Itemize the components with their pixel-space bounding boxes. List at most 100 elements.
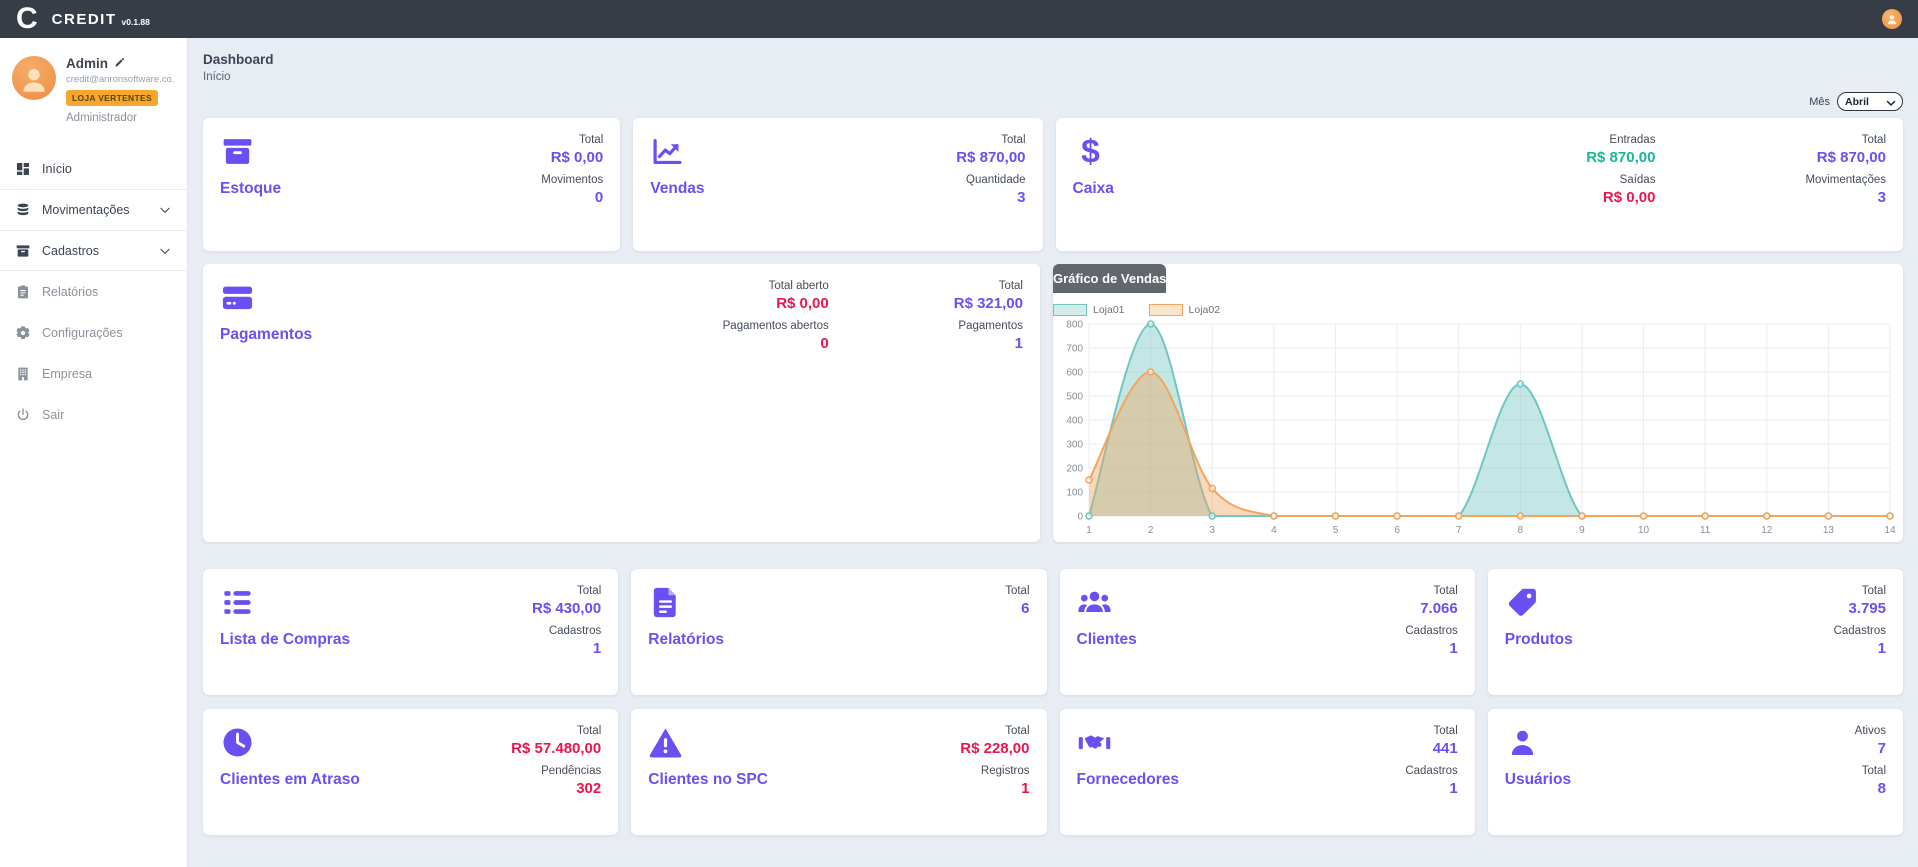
sidebar: Admin credit@anronsoftware.co... LOJA VE… bbox=[0, 38, 188, 867]
y-axis-tick-label: 700 bbox=[1066, 344, 1083, 355]
card-pagamentos[interactable]: PagamentosTotal abertoR$ 0,00Pagamentos … bbox=[203, 264, 1040, 542]
card-left-block: Relatórios bbox=[648, 585, 724, 649]
card-clientes-no-spc[interactable]: Clientes no SPCTotalR$ 228,00Registros1 bbox=[631, 709, 1046, 835]
stat-label: Movimentações bbox=[1805, 174, 1886, 186]
stat-value: 1 bbox=[1449, 640, 1457, 657]
stat-label: Total bbox=[1433, 585, 1457, 597]
stat-label: Movimentos bbox=[541, 174, 603, 186]
card-caixa[interactable]: $CaixaEntradasR$ 870,00SaídasR$ 0,00Tota… bbox=[1056, 118, 1903, 251]
chevron-down-icon bbox=[158, 203, 172, 217]
stat-label: Quantidade bbox=[966, 174, 1025, 186]
sidebar-item-empresa[interactable]: Empresa bbox=[0, 353, 187, 394]
stat-label: Total bbox=[1005, 725, 1029, 737]
sidebar-item-inicio[interactable]: Início bbox=[0, 148, 187, 189]
store-badge: LOJA VERTENTES bbox=[66, 90, 158, 106]
stat-value: 3.795 bbox=[1848, 600, 1886, 617]
card-relatorios[interactable]: Relatórios Total6 bbox=[631, 569, 1046, 695]
stat-value: R$ 430,00 bbox=[532, 600, 601, 617]
power-icon bbox=[15, 407, 31, 423]
month-select[interactable]: Abril bbox=[1838, 93, 1902, 110]
card-left-block: Clientes no SPC bbox=[648, 725, 768, 789]
users-icon bbox=[1077, 585, 1112, 620]
stat-value: R$ 57.480,00 bbox=[511, 740, 601, 757]
card-estoque[interactable]: EstoqueTotalR$ 0,00Movimentos0 bbox=[203, 118, 620, 251]
legend-item-loja01: Loja01 bbox=[1053, 304, 1125, 316]
x-axis-tick-label: 11 bbox=[1700, 525, 1711, 536]
stat-column: Total3.795Cadastros1 bbox=[1834, 585, 1886, 657]
stat-label: Registros bbox=[981, 765, 1030, 777]
clock-icon bbox=[220, 725, 255, 760]
stat-column: Total abertoR$ 0,00Pagamentos abertos0 bbox=[723, 280, 829, 352]
layers-icon bbox=[15, 202, 31, 218]
sales-chart-title: Gráfico de Vendas bbox=[1053, 264, 1166, 293]
profile-email: credit@anronsoftware.co... bbox=[66, 74, 175, 85]
sidebar-item-sair[interactable]: Sair bbox=[0, 394, 187, 435]
stat-column: TotalR$ 0,00Movimentos0 bbox=[541, 134, 603, 206]
card-left-block: $Caixa bbox=[1073, 134, 1114, 198]
sidebar-item-label: Início bbox=[42, 162, 72, 176]
stat-column: TotalR$ 870,00Movimentações3 bbox=[1805, 134, 1886, 206]
app-logo-icon: C bbox=[16, 0, 38, 38]
stat-value: 1 bbox=[1021, 780, 1029, 797]
card-stats: TotalR$ 57.480,00Pendências302 bbox=[511, 725, 601, 797]
stat-label: Pagamentos abertos bbox=[723, 320, 829, 332]
sidebar-menu: Início MovimentaçõesCadastros Relatórios Co… bbox=[0, 148, 187, 435]
stat-value: R$ 870,00 bbox=[1586, 149, 1655, 166]
archive-box-icon bbox=[220, 134, 255, 169]
stat-value: R$ 0,00 bbox=[1603, 189, 1656, 206]
stat-column: Total6 bbox=[1005, 585, 1029, 617]
stat-value: R$ 0,00 bbox=[551, 149, 604, 166]
card-title: Usuários bbox=[1505, 771, 1571, 789]
y-axis-tick-label: 100 bbox=[1066, 488, 1083, 499]
x-axis-tick-label: 5 bbox=[1333, 525, 1339, 536]
card-left-block: Fornecedores bbox=[1077, 725, 1180, 789]
card-fornecedores[interactable]: Fornecedores Total441Cadastros1 bbox=[1060, 709, 1475, 835]
stat-value: 1 bbox=[1449, 780, 1457, 797]
stat-label: Saídas bbox=[1620, 174, 1656, 186]
card-title: Fornecedores bbox=[1077, 771, 1180, 789]
legend-swatch-icon bbox=[1053, 304, 1087, 316]
edit-profile-icon[interactable] bbox=[114, 56, 125, 71]
card-left-block: Produtos bbox=[1505, 585, 1573, 649]
sidebar-item-relatorios[interactable]: Relatórios bbox=[0, 271, 187, 312]
stat-label: Total bbox=[579, 134, 603, 146]
card-stats: Total441Cadastros1 bbox=[1405, 725, 1457, 797]
sidebar-item-movimentacoes[interactable]: Movimentações bbox=[0, 189, 187, 230]
page-title: Dashboard bbox=[203, 52, 1903, 67]
stat-value: 0 bbox=[820, 335, 828, 352]
card-produtos[interactable]: Produtos Total3.795Cadastros1 bbox=[1488, 569, 1903, 695]
grid-icon bbox=[15, 161, 31, 177]
sidebar-item-cadastros[interactable]: Cadastros bbox=[0, 230, 187, 271]
card-clientes-em-atraso[interactable]: Clientes em AtrasoTotalR$ 57.480,00Pendê… bbox=[203, 709, 618, 835]
card-lista-de-compras[interactable]: Lista de ComprasTotalR$ 430,00Cadastros1 bbox=[203, 569, 618, 695]
card-left-block: Usuários bbox=[1505, 725, 1571, 789]
cards-row-2: PagamentosTotal abertoR$ 0,00Pagamentos … bbox=[203, 264, 1903, 542]
list-icon bbox=[220, 585, 255, 620]
stat-label: Total bbox=[1005, 585, 1029, 597]
app-version: v0.1.88 bbox=[122, 17, 150, 27]
building-icon bbox=[15, 366, 31, 382]
stat-label: Total aberto bbox=[769, 280, 829, 292]
profile-avatar[interactable] bbox=[12, 56, 56, 100]
sales-chart-card: Gráfico de Vendas Loja01Loja02 010020030… bbox=[1053, 264, 1903, 542]
user-avatar-icon[interactable] bbox=[1882, 9, 1902, 29]
stat-value: R$ 321,00 bbox=[954, 295, 1023, 312]
card-title: Produtos bbox=[1505, 631, 1573, 649]
sidebar-item-configuracoes[interactable]: Configurações bbox=[0, 312, 187, 353]
card-title: Lista de Compras bbox=[220, 631, 350, 649]
handshake-icon bbox=[1077, 725, 1112, 760]
card-vendas[interactable]: VendasTotalR$ 870,00Quantidade3 bbox=[633, 118, 1042, 251]
stat-column: TotalR$ 57.480,00Pendências302 bbox=[511, 725, 601, 797]
chart-legend: Loja01Loja02 bbox=[1053, 293, 1220, 317]
x-axis-tick-label: 3 bbox=[1209, 525, 1215, 536]
card-title: Pagamentos bbox=[220, 326, 312, 344]
card-usuarios[interactable]: UsuáriosAtivos7Total8 bbox=[1488, 709, 1903, 835]
y-axis-tick-label: 800 bbox=[1066, 320, 1083, 331]
user-icon bbox=[1505, 725, 1540, 760]
sidebar-item-label: Relatórios bbox=[42, 285, 98, 299]
sidebar-item-label: Configurações bbox=[42, 326, 123, 340]
card-stats: Total3.795Cadastros1 bbox=[1834, 585, 1886, 657]
card-clientes[interactable]: ClientesTotal7.066Cadastros1 bbox=[1060, 569, 1475, 695]
stat-column: Total7.066Cadastros1 bbox=[1405, 585, 1457, 657]
y-axis-tick-label: 400 bbox=[1066, 416, 1083, 427]
